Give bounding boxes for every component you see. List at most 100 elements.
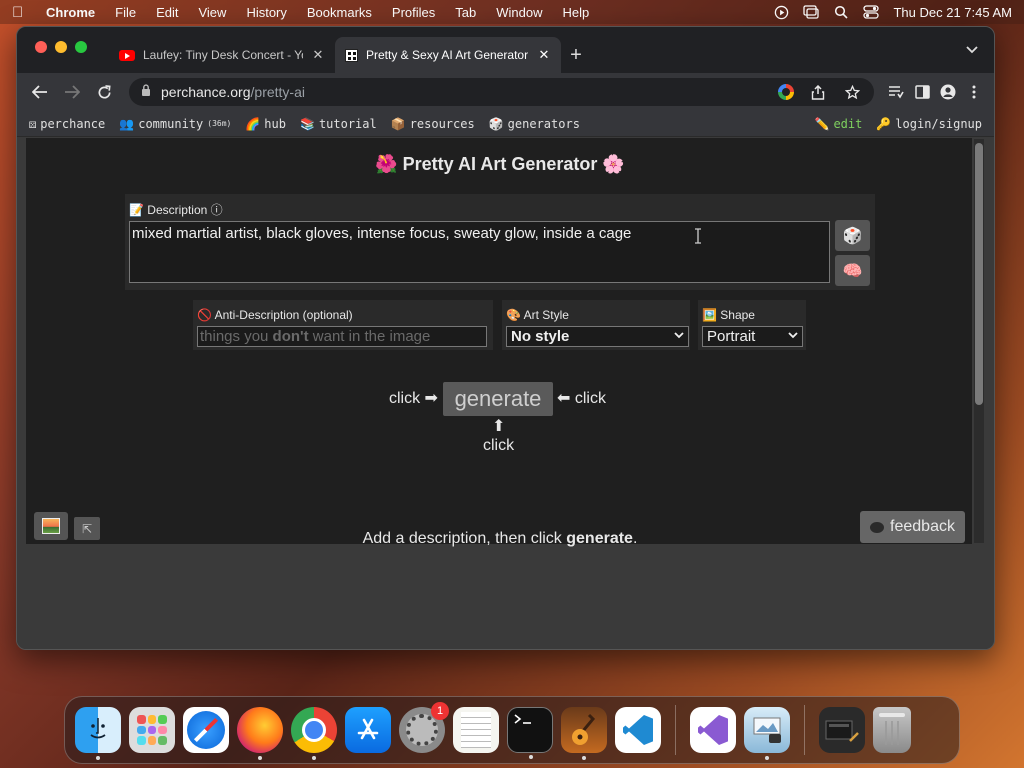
tab-strip: Laufey: Tiny Desk Concert - Yo ✕ Pretty … (17, 27, 994, 73)
recent-app-icon[interactable] (819, 707, 865, 753)
preview-icon[interactable] (744, 707, 790, 760)
bookmarks-bar: ⚄ perchance 👥 community (36m) 🌈 hub 📚 tutoria… (17, 111, 994, 137)
apple-icon[interactable]:  (12, 4, 30, 21)
dock-separator (804, 705, 805, 755)
brain-button[interactable]: 🧠 (835, 255, 870, 286)
shape-label: 🖼️ Shape (702, 308, 755, 322)
page-content: 🌺 Pretty AI Art Generator 🌸 📝 Descriptio… (25, 137, 974, 547)
bookmark-edit[interactable]: ✏️ edit (814, 117, 862, 131)
menu-app-name[interactable]: Chrome (46, 5, 95, 20)
finder-icon[interactable] (75, 707, 121, 760)
app-store-icon[interactable] (345, 707, 391, 753)
zoom-window-button[interactable] (75, 41, 87, 53)
play-circle-icon[interactable] (773, 5, 789, 19)
tab-laufey[interactable]: Laufey: Tiny Desk Concert - Yo ✕ (109, 37, 335, 73)
bookmark-login[interactable]: 🔑 login/signup (876, 117, 982, 131)
new-tab-button[interactable]: + (561, 37, 591, 73)
menu-view[interactable]: View (198, 5, 226, 20)
lock-icon[interactable] (141, 84, 151, 100)
launchpad-icon[interactable] (129, 707, 175, 753)
bookmark-tutorial[interactable]: 📚 tutorial (300, 117, 377, 131)
vscode-icon[interactable] (615, 707, 661, 753)
text-cursor-icon (694, 228, 702, 247)
menu-profiles[interactable]: Profiles (392, 5, 435, 20)
spotlight-search-icon[interactable] (833, 5, 849, 19)
dice-icon: 🎲 (842, 227, 863, 245)
tabs: Laufey: Tiny Desk Concert - Yo ✕ Pretty … (109, 37, 591, 73)
description-panel: 📝 Description ⓘ mixed martial artist, bl… (125, 194, 875, 290)
tab-title: Pretty & Sexy AI Art Generator (366, 48, 529, 62)
menu-help[interactable]: Help (563, 5, 590, 20)
brain-icon: 🧠 (842, 262, 863, 280)
trash-icon[interactable] (873, 707, 911, 753)
running-indicator (582, 756, 586, 760)
description-input[interactable]: mixed martial artist, black gloves, inte… (129, 221, 830, 283)
dice-icon: ⚄ (29, 116, 37, 131)
rainbow-icon: 🌈 (245, 116, 261, 131)
bookmark-hub[interactable]: 🌈 hub (245, 117, 286, 131)
minimize-window-button[interactable] (55, 41, 67, 53)
up-arrow-icon: ⬆ (492, 418, 506, 435)
close-tab-icon[interactable]: ✕ (537, 47, 551, 63)
bookmark-star-icon[interactable] (842, 82, 862, 102)
feedback-button[interactable]: feedback (860, 511, 965, 543)
menu-clock[interactable]: Thu Dec 21 7:45 AM (893, 5, 1012, 20)
click-hint-below: click (483, 437, 515, 454)
garageband-icon[interactable] (561, 707, 607, 760)
art-style-select[interactable]: No style (506, 326, 689, 347)
perchance-favicon-icon (345, 48, 358, 62)
description-label: 📝 Description ⓘ (129, 203, 223, 217)
bookmark-community[interactable]: 👥 community (36m) (119, 117, 231, 131)
click-hint-left: click ➡ (389, 390, 438, 407)
running-indicator (312, 756, 316, 760)
side-panel-icon[interactable] (912, 82, 932, 102)
tab-search-chevron-icon[interactable] (966, 43, 978, 57)
menu-edit[interactable]: Edit (156, 5, 178, 20)
package-icon: 📦 (390, 116, 406, 131)
google-lens-icon[interactable] (778, 84, 794, 100)
menu-history[interactable]: History (246, 5, 286, 20)
firefox-icon[interactable] (237, 707, 283, 760)
menu-tab[interactable]: Tab (455, 5, 476, 20)
running-indicator (765, 756, 769, 760)
anti-description-input[interactable]: things you don't want in the image (197, 326, 487, 347)
share-icon[interactable] (808, 82, 828, 102)
generate-button[interactable]: generate (443, 382, 553, 416)
bookmark-resources[interactable]: 📦 resources (391, 117, 475, 131)
scrollbar-thumb[interactable] (975, 143, 983, 405)
bookmark-perchance[interactable]: ⚄ perchance (29, 117, 105, 131)
art-style-panel: 🎨 Art Style No style (502, 300, 690, 350)
bookmark-generators[interactable]: 🎲 generators (489, 117, 580, 131)
forward-button[interactable] (59, 79, 85, 105)
menu-window[interactable]: Window (496, 5, 542, 20)
browser-toolbar: perchance.org/pretty-ai (17, 73, 994, 111)
profile-icon[interactable] (938, 82, 958, 102)
back-button[interactable] (27, 79, 53, 105)
safari-icon[interactable] (183, 707, 229, 753)
reading-list-icon[interactable] (886, 82, 906, 102)
shape-select[interactable]: Portrait (702, 326, 803, 347)
generate-row: click ➡ generate ⬅ click ⬆ click (26, 382, 974, 454)
chevron-down-icon (674, 331, 684, 342)
terminal-icon[interactable] (507, 707, 553, 759)
close-tab-icon[interactable]: ✕ (311, 47, 325, 63)
textedit-icon[interactable] (453, 707, 499, 753)
tab-perchance[interactable]: Pretty & Sexy AI Art Generator ✕ (335, 37, 561, 73)
address-bar[interactable]: perchance.org/pretty-ai (129, 78, 874, 106)
status-message: Add a description, then click generate. (362, 530, 638, 547)
key-icon: 🔑 (876, 116, 892, 131)
system-settings-icon[interactable]: 1 (399, 702, 449, 753)
youtube-favicon-icon (119, 49, 135, 61)
more-menu-icon[interactable] (964, 82, 984, 102)
close-window-button[interactable] (35, 41, 47, 53)
menu-file[interactable]: File (115, 5, 136, 20)
page-scrollbar[interactable] (974, 139, 984, 543)
control-center-icon[interactable] (863, 5, 880, 19)
anti-description-panel: 🚫 Anti-Description (optional) things you… (193, 300, 493, 350)
screen-mirroring-icon[interactable] (803, 5, 820, 19)
chrome-icon[interactable] (291, 707, 337, 760)
visual-studio-icon[interactable] (690, 707, 736, 753)
menu-bookmarks[interactable]: Bookmarks (307, 5, 372, 20)
random-dice-button[interactable]: 🎲 (835, 220, 870, 251)
reload-button[interactable] (91, 79, 117, 105)
